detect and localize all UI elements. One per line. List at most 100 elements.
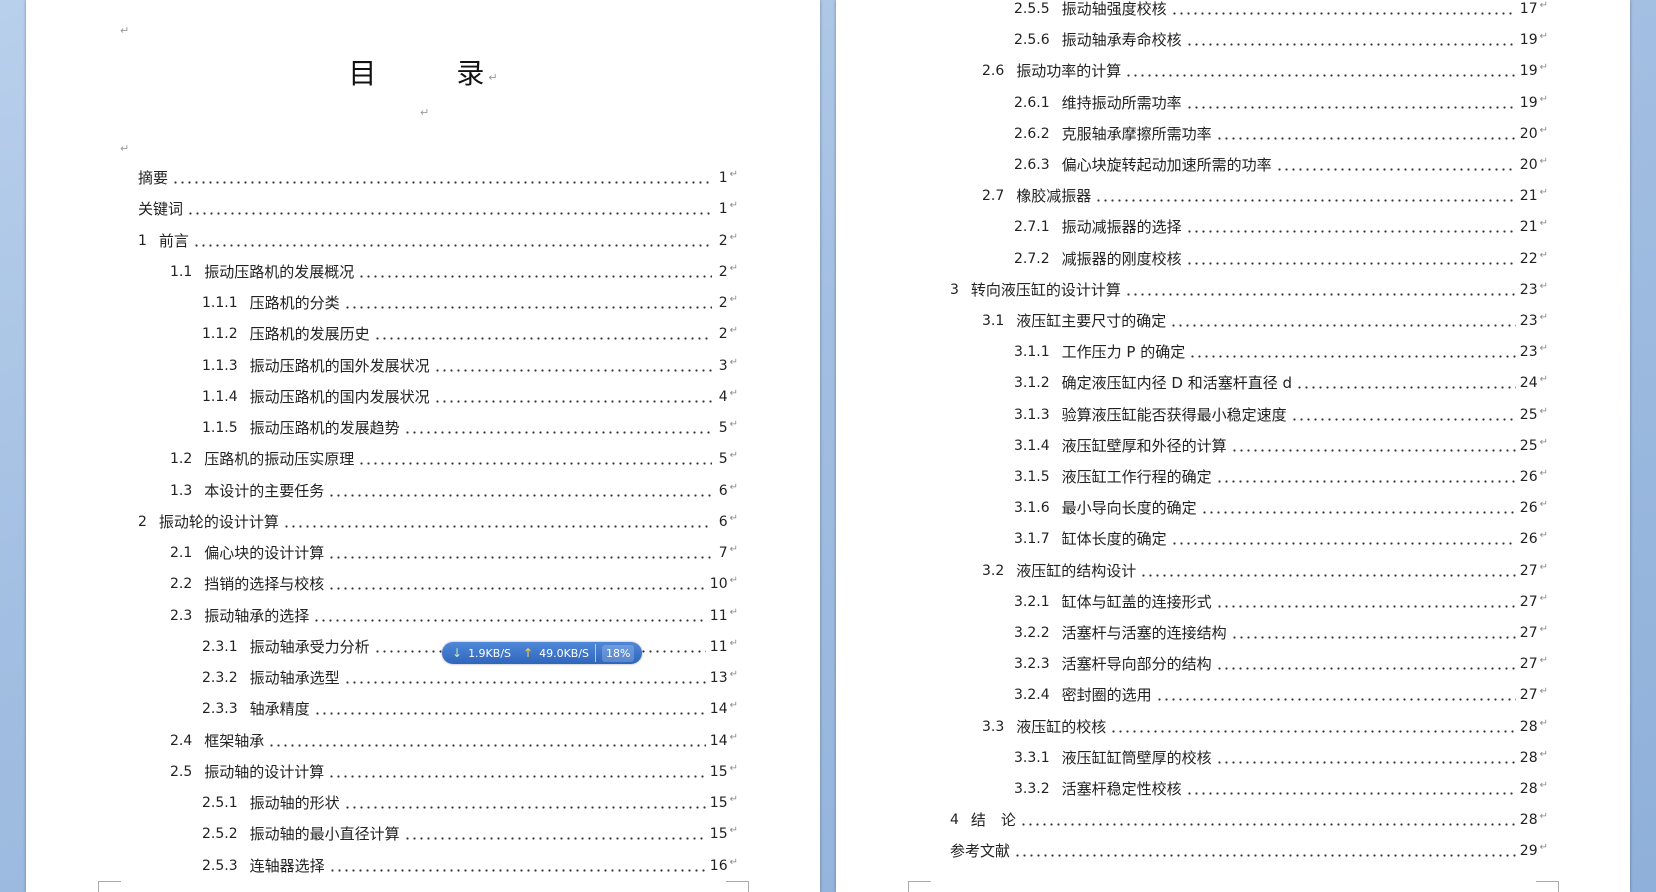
download-speed: 1.9KB/S (468, 646, 512, 660)
toc-dot-leader (187, 202, 712, 216)
toc-entry[interactable]: 3.1.6 最小导向长度的确定 26 ↵ (1014, 496, 1548, 518)
toc-dot-leader (403, 421, 712, 434)
toc-entry[interactable]: 3.1.3 验算液压缸能否获得最小稳定速度 25 ↵ (1014, 403, 1548, 425)
toc-entry[interactable]: 3.1.2 确定液压缸内径 D 和活塞杆直径 d 24 ↵ (1014, 371, 1548, 393)
toc-entry-number: 1.1.3 (202, 357, 238, 374)
toc-entry[interactable]: 2.7.1 振动减振器的选择 21 ↵ (1014, 215, 1548, 237)
toc-entry-number: 2.1 (170, 545, 193, 561)
paragraph-mark: ↵ (120, 24, 130, 37)
toc-dot-leader (403, 827, 706, 841)
toc-entry[interactable]: 3.1.1 工作压力 P 的确定 23 ↵ (1014, 340, 1548, 362)
toc-entry[interactable]: 3.2 液压缸的结构设计 27 ↵ (982, 559, 1548, 581)
paragraph-mark: ↵ (729, 794, 738, 805)
toc-entry-label: 挡销的选择与校核 (204, 575, 325, 594)
paragraph-mark: ↵ (1539, 780, 1548, 791)
toc-entry[interactable]: 4 结 论 28 ↵ (950, 808, 1548, 830)
toc-entry[interactable]: 2.6.1 维持振动所需功率 19 ↵ (1014, 91, 1548, 113)
toc-dot-leader (1170, 2, 1516, 15)
toc-entry[interactable]: 2.4 框架轴承 14 ↵ (170, 729, 738, 751)
paragraph-mark: ↵ (420, 106, 430, 119)
toc-entry[interactable]: 1.1.3 振动压路机的国外发展状况 3 ↵ (202, 354, 738, 376)
toc-entry[interactable]: 2.6.3 偏心块旋转起动加速所需的功率 20 ↵ (1014, 153, 1548, 175)
network-speed-widget[interactable]: ↓ 1.9KB/S ↑ 49.0KB/S 18% (442, 642, 642, 664)
toc-entry[interactable]: 1.3 本设计的主要任务 6 ↵ (170, 479, 738, 501)
toc-entry-number: 3.1.3 (1014, 406, 1050, 423)
toc-entry[interactable]: 3.2.3 活塞杆导向部分的结构 27 ↵ (1014, 652, 1548, 674)
toc-entry[interactable]: 2.1 偏心块的设计计算 7 ↵ (170, 541, 738, 563)
toc-entry-number: 2.7 (982, 188, 1005, 205)
paragraph-mark: ↵ (729, 575, 738, 587)
toc-entry[interactable]: 3.1 液压缸主要尺寸的确定 23 ↵ (982, 309, 1548, 331)
toc-entry[interactable]: 3.2.4 密封圈的选用 27 ↵ (1014, 683, 1548, 705)
toc-entry[interactable]: 2.3 振动轴承的选择 11 ↵ (170, 604, 738, 626)
toc-entry-page: 21 (1519, 219, 1538, 236)
toc-entry[interactable]: 2.5.2 振动轴的最小直径计算 15 ↵ (202, 822, 738, 844)
toc-entry[interactable]: 1.1 振动压路机的发展概况 2 ↵ (170, 260, 738, 282)
paragraph-mark: ↵ (729, 606, 738, 618)
toc-entry[interactable]: 2.7.2 减振器的刚度校核 22 ↵ (1014, 247, 1548, 269)
toc-entry-page: 4 (718, 388, 728, 405)
toc-entry-page: 6 (718, 482, 728, 499)
toc-entry[interactable]: 2.2 挡销的选择与校核 10 ↵ (170, 572, 738, 594)
paragraph-mark: ↵ (729, 294, 738, 305)
toc-dot-leader (433, 358, 712, 372)
toc-entry-label: 连轴器选择 (249, 856, 325, 875)
toc-entry[interactable]: 2.7 橡胶减振器 21 ↵ (982, 184, 1548, 206)
toc-entry[interactable]: 3.2.2 活塞杆与活塞的连接结构 27 ↵ (1014, 621, 1548, 643)
toc-dot-leader (373, 327, 712, 341)
paragraph-mark: ↵ (1539, 468, 1548, 479)
toc-dot-leader (1185, 33, 1516, 47)
document-page-right[interactable]: 2.5.5 振动轴强度校核 17 ↵ 2.5.6 振动轴承寿命校核 19 ↵ 2.6 振动功率的计… (836, 0, 1630, 892)
toc-entry-page: 17 (1519, 1, 1538, 17)
toc-dot-leader (1185, 95, 1516, 109)
toc-entry[interactable]: 3.3.1 液压缸缸筒壁厚的校核 28 ↵ (1014, 746, 1548, 768)
toc-entry[interactable]: 2.6.2 克服轴承摩擦所需功率 20 ↵ (1014, 122, 1548, 144)
usage-percent: 18% (602, 644, 635, 662)
toc-entry[interactable]: 摘要 1 ↵ (138, 166, 738, 188)
toc-entry[interactable]: 关键词 1 ↵ (138, 197, 738, 219)
toc-entry[interactable]: 2.3.3 轴承精度 14 ↵ (202, 697, 738, 719)
toc-entry-label: 偏心块旋转起动加速所需的功率 (1061, 156, 1272, 174)
toc-entry[interactable]: 3.1.5 液压缸工作行程的确定 26 ↵ (1014, 465, 1548, 487)
toc-entry[interactable]: 参考文献 29 ↵ (950, 839, 1548, 861)
toc-entry[interactable]: 1.1.1 压路机的分类 2 ↵ (202, 291, 738, 313)
toc-dot-leader (358, 264, 712, 278)
toc-entry[interactable]: 2.5.5 振动轴强度校核 17 ↵ (1014, 0, 1548, 19)
toc-entry[interactable]: 3.1.7 缸体长度的确定 26 ↵ (1014, 527, 1548, 549)
toc-entry[interactable]: 2.5.1 振动轴的形状 15 ↵ (202, 791, 738, 813)
toc-entry-page: 26 (1519, 469, 1538, 485)
toc-entry-number: 2.3.2 (202, 670, 238, 686)
toc-entry[interactable]: 1.1.5 振动压路机的发展趋势 5 ↵ (202, 416, 738, 438)
toc-entry[interactable]: 2.3.2 振动轴承选型 13 ↵ (202, 666, 738, 688)
toc-entry[interactable]: 2.5.6 振动轴承寿命校核 19 ↵ (1014, 28, 1548, 50)
arrow-down-icon: ↓ (452, 646, 463, 660)
toc-entry-label: 活塞杆与活塞的连接结构 (1061, 624, 1227, 642)
toc-entry[interactable]: 3.3 液压缸的校核 28 ↵ (982, 715, 1548, 737)
toc-entry-page: 26 (1519, 500, 1538, 517)
paragraph-mark: ↵ (1539, 655, 1548, 667)
toc-entry[interactable]: 1.2 压路机的振动压实原理 5 ↵ (170, 447, 738, 469)
toc-dot-leader (268, 733, 706, 747)
paragraph-mark: ↵ (729, 450, 738, 462)
toc-entry-page: 5 (718, 420, 728, 436)
paragraph-mark: ↵ (1539, 748, 1548, 760)
toc-entry-label: 压路机的分类 (249, 294, 340, 312)
toc-entry[interactable]: 3 转向液压缸的设计计算 23 ↵ (950, 278, 1548, 300)
toc-entry[interactable]: 2.5 振动轴的设计计算 15 ↵ (170, 760, 738, 782)
toc-entry[interactable]: 3.1.4 液压缸壁厚和外径的计算 25 ↵ (1014, 434, 1548, 456)
paragraph-mark: ↵ (1539, 405, 1548, 417)
toc-dot-leader (1215, 470, 1516, 483)
toc-entry[interactable]: 1 前言 2 ↵ (138, 229, 738, 251)
toc-entry[interactable]: 2.5.3 连轴器选择 16 ↵ (202, 854, 738, 876)
toc-entry[interactable]: 2 振动轮的设计计算 6 ↵ (138, 510, 738, 532)
paragraph-mark: ↵ (1539, 592, 1548, 604)
toc-dot-leader (1296, 376, 1516, 390)
toc-dot-leader (313, 702, 706, 716)
toc-entry[interactable]: 3.3.2 活塞杆稳定性校核 28 ↵ (1014, 777, 1548, 799)
toc-entry[interactable]: 1.1.2 压路机的发展历史 2 ↵ (202, 322, 738, 344)
toc-entry[interactable]: 3.2.1 缸体与缸盖的连接形式 27 ↵ (1014, 590, 1548, 612)
toc-entry[interactable]: 2.6 振动功率的计算 19 ↵ (982, 59, 1548, 81)
toc-entry-page: 23 (1519, 313, 1538, 329)
document-page-left[interactable]: ↵ 目 录↵ ↵ ↵ 摘要 1 ↵ 关键词 1 ↵ 1 前言 2 ↵ 1.1 振动压路机的发展概况 2 ↵… (26, 0, 820, 892)
toc-entry[interactable]: 1.1.4 振动压路机的国内发展状况 4 ↵ (202, 385, 738, 407)
